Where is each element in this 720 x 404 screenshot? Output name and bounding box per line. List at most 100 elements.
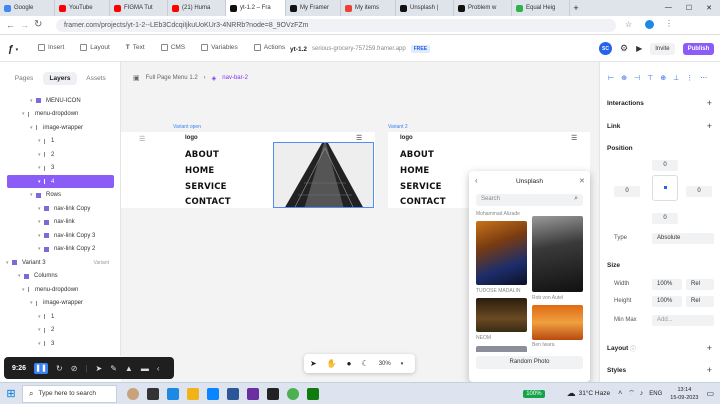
- nav-link-home[interactable]: HOME: [400, 166, 429, 176]
- width-unit-select[interactable]: Rel: [686, 279, 714, 290]
- tab-layers[interactable]: Layers: [43, 72, 77, 85]
- variant-open-frame[interactable]: logo ☰ ABOUT HOME SERVICE CONTACT: [173, 132, 375, 208]
- layer-row[interactable]: ▾ menu-dropdown: [0, 108, 121, 121]
- align-bottom-icon[interactable]: ⊥: [673, 74, 679, 82]
- layer-row[interactable]: ▾ MENU-ICON: [0, 94, 121, 107]
- browser-tab[interactable]: Equal Heig: [512, 0, 570, 16]
- actions-button[interactable]: Actions: [253, 44, 285, 51]
- frame-label[interactable]: Variant 2: [388, 124, 408, 130]
- chevron-down-icon[interactable]: ▾: [401, 361, 404, 367]
- redo-icon[interactable]: ↻: [56, 364, 63, 373]
- maximize-icon[interactable]: ☐: [686, 4, 692, 12]
- taskbar-clock[interactable]: 13:14 15-09-2023: [670, 386, 698, 402]
- align-top-icon[interactable]: ⊤: [647, 74, 653, 82]
- align-right-icon[interactable]: ⊣: [634, 74, 640, 82]
- weather-text[interactable]: 31°C Haze: [579, 390, 611, 397]
- user-avatar[interactable]: SC: [599, 42, 612, 55]
- align-center-v-icon[interactable]: ⊕: [660, 74, 666, 82]
- browser-app-icon[interactable]: [167, 387, 179, 400]
- browser-tab[interactable]: Google: [0, 0, 55, 16]
- nav-link-service[interactable]: SERVICE: [400, 182, 442, 192]
- frame-label[interactable]: Variant open: [173, 124, 201, 130]
- settings-gear-icon[interactable]: ⚙: [620, 43, 628, 54]
- chrome-icon[interactable]: [287, 387, 299, 400]
- forward-icon[interactable]: →: [20, 20, 29, 30]
- battery-indicator[interactable]: 100%: [523, 389, 545, 398]
- align-center-h-icon[interactable]: ⊕: [621, 74, 627, 82]
- cms-button[interactable]: CMS: [160, 44, 185, 51]
- project-title[interactable]: yt-1.2 serious-grocery-757259.framer.app…: [290, 45, 431, 53]
- breadcrumb-item[interactable]: Full Page Menu 1.2: [146, 75, 198, 81]
- nav-link-contact[interactable]: CONTACT: [185, 197, 231, 207]
- eraser-icon[interactable]: ▬: [141, 364, 149, 373]
- profile-avatar[interactable]: [645, 20, 654, 29]
- preview-play-icon[interactable]: ▶: [636, 44, 642, 53]
- unsplash-search-input[interactable]: Search ⌕: [476, 194, 583, 206]
- cursor-icon[interactable]: ➤: [96, 364, 103, 373]
- layout-button[interactable]: Layout: [80, 44, 110, 51]
- bottom-offset-field[interactable]: 0: [652, 213, 678, 224]
- browser-tab[interactable]: Unsplash |: [396, 0, 454, 16]
- layer-row[interactable]: ▾ menu-dropdown: [0, 283, 121, 296]
- layer-row[interactable]: ▾ image-wrapper: [0, 297, 121, 310]
- pointer-tool-icon[interactable]: ➤: [310, 359, 317, 368]
- distribute-h-icon[interactable]: ⋮: [686, 74, 693, 82]
- layout-section[interactable]: Layout: [607, 345, 628, 352]
- add-interaction-plus-icon[interactable]: +: [707, 98, 712, 108]
- align-left-icon[interactable]: ⊢: [608, 74, 614, 82]
- new-tab-plus-icon[interactable]: +: [570, 3, 582, 13]
- height-input[interactable]: 100%: [652, 296, 682, 307]
- browser-tab[interactable]: FIGMA Tut: [110, 0, 168, 16]
- app-icon[interactable]: [267, 387, 279, 400]
- highlighter-icon[interactable]: ▲: [125, 364, 133, 373]
- task-view-icon[interactable]: [147, 387, 159, 400]
- random-photo-button[interactable]: Random Photo: [476, 356, 583, 369]
- minmax-add-field[interactable]: Add...: [652, 315, 714, 326]
- close-icon[interactable]: ✕: [579, 177, 585, 185]
- constraint-box[interactable]: [652, 175, 678, 201]
- distribute-v-icon[interactable]: ⋯: [700, 74, 707, 82]
- width-input[interactable]: 100%: [652, 279, 682, 290]
- unsplash-photo[interactable]: [476, 221, 527, 285]
- layer-row[interactable]: ▾ nav-link Copy: [0, 202, 121, 215]
- tab-pages[interactable]: Pages: [7, 72, 41, 85]
- position-type-select[interactable]: Absolute: [652, 233, 714, 244]
- layer-row[interactable]: ▾ 2: [0, 148, 121, 161]
- unsplash-photo[interactable]: [476, 298, 527, 332]
- tab-assets[interactable]: Assets: [79, 72, 113, 85]
- mail-icon[interactable]: [207, 387, 219, 400]
- reload-icon[interactable]: ↻: [34, 19, 42, 30]
- unsplash-photo[interactable]: [476, 346, 527, 352]
- mic-off-icon[interactable]: ⊘: [71, 364, 78, 373]
- unsplash-photo[interactable]: [532, 216, 583, 292]
- top-offset-field[interactable]: 0: [652, 160, 678, 171]
- invite-button[interactable]: Invite: [650, 42, 675, 55]
- layer-row[interactable]: ▾ nav-link Copy 3: [0, 229, 121, 242]
- pen-icon[interactable]: ✎: [110, 364, 117, 373]
- tray-chevron-icon[interactable]: ˄: [618, 390, 622, 397]
- windows-start-icon[interactable]: ⊞: [0, 387, 22, 400]
- layer-row[interactable]: ▾ 3: [0, 162, 121, 175]
- add-layout-plus-icon[interactable]: +: [707, 343, 712, 353]
- nav-link-home[interactable]: HOME: [185, 166, 214, 176]
- text-button[interactable]: T Text: [126, 44, 145, 51]
- layer-row[interactable]: ▾ 4: [7, 175, 114, 188]
- browser-tab[interactable]: My Framer: [286, 0, 341, 16]
- extensions-icon[interactable]: ☆: [625, 20, 632, 29]
- add-link-plus-icon[interactable]: +: [707, 121, 712, 131]
- nav-link-about[interactable]: ABOUT: [185, 150, 219, 160]
- layer-row[interactable]: ▾ 2: [0, 324, 121, 337]
- back-icon[interactable]: ←: [6, 20, 15, 30]
- wifi-icon[interactable]: ⌔: [628, 389, 635, 398]
- collapse-chevron-icon[interactable]: ‹: [157, 364, 160, 373]
- layer-row[interactable]: ▾ image-wrapper: [0, 121, 121, 134]
- layer-row[interactable]: ▾ 3: [0, 337, 121, 350]
- layer-row[interactable]: ▾ Rows: [0, 189, 121, 202]
- insert-button[interactable]: Insert: [38, 44, 64, 51]
- nav-link-service[interactable]: SERVICE: [185, 182, 227, 192]
- nav-link-about[interactable]: ABOUT: [400, 150, 434, 160]
- taskbar-search-box[interactable]: ⌕ Type here to search: [22, 384, 117, 403]
- link-section[interactable]: Link: [607, 123, 620, 130]
- menu-dots-icon[interactable]: ⋮: [665, 19, 673, 28]
- browser-tab[interactable]: YouTube: [55, 0, 110, 16]
